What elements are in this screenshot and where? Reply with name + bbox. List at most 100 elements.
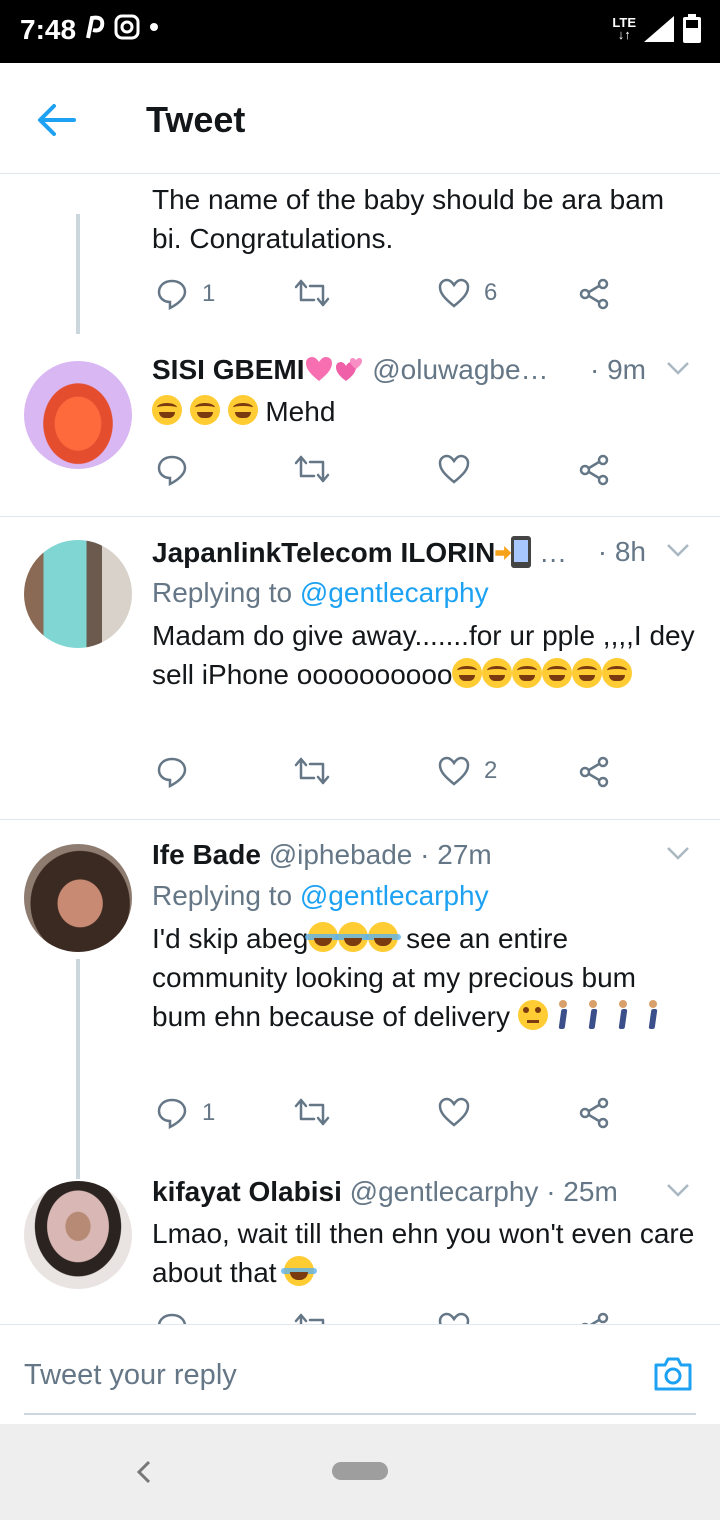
top-app-bar: Tweet [0,63,720,174]
reply-icon [157,1313,187,1324]
tweet-text-row: I'd skip abeg see an entire community lo… [152,919,696,1036]
user-name[interactable]: SISI GBEMI [152,354,304,385]
reply-button[interactable] [156,454,188,486]
divider [0,516,720,517]
tweet-header: kifayat Olabisi @gentlecarphy · 25m [152,1176,696,1214]
like-button[interactable] [438,454,470,484]
tweet-actions [152,454,622,494]
reply-icon [157,1098,187,1129]
retweet-button[interactable] [294,278,330,308]
share-icon [579,454,609,486]
nav-back-icon[interactable] [136,1460,152,1484]
retweet-icon [294,455,330,483]
like-button[interactable]: 2 [438,756,497,786]
like-button[interactable] [438,1097,470,1127]
tweet-time: · 9m [590,354,646,385]
retweet-icon [294,1098,330,1126]
joy-emoji [335,922,372,952]
tweet-actions: 1 6 [152,278,622,318]
avatar[interactable] [24,540,132,648]
retweet-icon [294,279,330,307]
share-button[interactable] [578,454,610,486]
system-navigation-bar [0,1424,720,1520]
pinterest-icon [86,15,105,39]
battery-icon [683,14,701,43]
user-name[interactable]: JapanlinkTelecom ILORIN [152,537,495,568]
tweet-time: · 8h [597,536,646,567]
reply-button[interactable]: 1 [156,1097,215,1129]
tweet-item[interactable]: kifayat Olabisi @gentlecarphy · 25m Lmao… [0,1176,720,1324]
joy-emoji [365,922,402,952]
reply-count: 1 [202,1099,216,1126]
rofl-emoji [152,395,182,425]
user-handle[interactable]: @oluwagbe… [372,354,548,385]
retweet-button[interactable] [294,1312,330,1324]
growing-heart-emoji [306,357,333,381]
share-icon [579,756,609,788]
rofl-emoji [227,395,258,425]
system-status: LTE ↓↑ [612,14,702,44]
replying-to: Replying to @gentlecarphy [152,877,696,915]
retweet-button[interactable] [294,454,330,484]
back-arrow-icon[interactable] [36,103,76,137]
chevron-down-icon[interactable] [666,845,690,861]
walking-emoji [646,1000,660,1030]
eye-roll-emoji [517,1000,548,1030]
notification-icons [84,14,160,40]
user-name[interactable]: Ife Bade [152,839,261,870]
status-time: 7:48 [20,14,77,45]
two-hearts-emoji [336,358,363,381]
reply-button[interactable]: 1 [156,278,215,310]
rofl-emoji [482,658,513,688]
tweet-item[interactable]: Ife Bade @iphebade · 27m Replying to @ge… [0,839,720,1179]
tweet-text: Lmao, wait till then ehn you won't even … [152,1218,695,1288]
reply-count: 1 [202,280,216,307]
like-count: 6 [484,279,498,306]
status-bar: 7:48 LTE ↓↑ [0,0,720,63]
retweet-button[interactable] [294,1097,330,1127]
user-handle[interactable]: @gentlecarphy [350,1176,539,1207]
tweet-text-row: Mehd [152,392,696,431]
walking-emoji [556,1000,570,1030]
camera-icon[interactable] [652,1355,694,1393]
like-button[interactable]: 6 [438,278,497,308]
replying-to-link[interactable]: @gentlecarphy [300,880,489,911]
chevron-down-icon[interactable] [666,1182,690,1198]
retweet-button[interactable] [294,756,330,786]
user-name[interactable]: kifayat Olabisi [152,1176,342,1207]
chevron-down-icon[interactable] [666,360,690,376]
joy-emoji [305,922,342,952]
mobile-phone-emoji [511,536,532,568]
network-label: LTE ↓↑ [612,15,636,42]
avatar[interactable] [24,844,132,952]
walking-emoji [616,1000,630,1030]
reply-input[interactable]: Tweet your reply [24,1359,237,1392]
tweet-item[interactable]: JapanlinkTelecom ILORIN … · 8h Replying … [0,536,720,816]
dot-icon [150,23,158,31]
like-button[interactable] [438,1312,470,1324]
tweet-item[interactable]: SISI GBEMI @oluwagbe… · 9m Mehd [0,354,720,514]
reply-icon [157,757,187,788]
heart-icon [438,1097,470,1127]
reply-composer: Tweet your reply [0,1324,720,1425]
user-handle[interactable]: @iphebade [269,839,413,870]
rofl-emoji [572,658,603,688]
avatar[interactable] [24,361,132,469]
tweet-feed[interactable]: The name of the baby should be ara bam b… [0,174,720,1324]
walking-emoji [586,1000,600,1030]
share-button[interactable] [578,278,610,310]
reply-button[interactable] [156,1312,188,1324]
share-icon [579,278,609,310]
tweet-actions [152,1312,622,1324]
share-button[interactable] [578,756,610,788]
nav-home-pill[interactable] [332,1462,388,1480]
avatar[interactable] [24,1181,132,1289]
share-button[interactable] [578,1312,610,1324]
reply-button[interactable] [156,756,188,788]
user-handle[interactable]: … [539,537,567,568]
share-button[interactable] [578,1097,610,1129]
replying-to: Replying to @gentlecarphy [152,574,696,612]
chevron-down-icon[interactable] [666,542,690,558]
tweet-item[interactable]: The name of the baby should be ara bam b… [0,174,720,344]
replying-to-link[interactable]: @gentlecarphy [300,577,489,608]
